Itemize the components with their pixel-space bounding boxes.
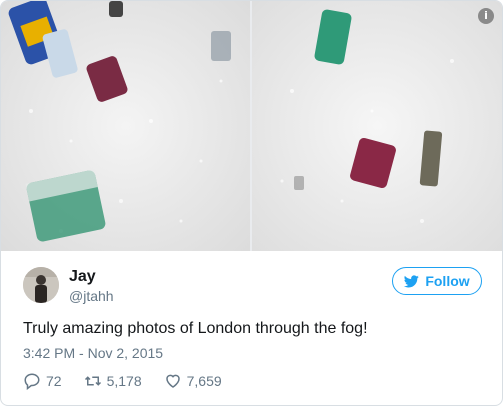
like-action[interactable]: 7,659 (164, 372, 222, 390)
bath-foam-scene-1 (1, 1, 250, 251)
like-count: 7,659 (186, 373, 222, 389)
author-handle[interactable]: @jtahh (69, 288, 114, 304)
tweet-actions: 72 5,178 7,659 (23, 371, 244, 391)
retweet-icon (84, 376, 101, 386)
author-name[interactable]: Jay (69, 268, 96, 286)
tweet-photo-1[interactable] (1, 1, 250, 251)
follow-button[interactable]: Follow (392, 267, 482, 295)
avatar-image (23, 267, 59, 303)
twitter-bird-icon (404, 274, 420, 287)
info-icon[interactable]: i (478, 8, 494, 24)
avatar[interactable] (23, 267, 59, 303)
tweet-timestamp[interactable]: 3:42 PM - Nov 2, 2015 (23, 345, 163, 361)
tweet-card: i Jay @jtahh Follow Truly amazing photos… (0, 0, 503, 406)
retweet-action[interactable]: 5,178 (84, 372, 142, 390)
heart-icon (165, 374, 180, 388)
retweet-count: 5,178 (106, 373, 142, 389)
reply-count: 72 (46, 373, 62, 389)
reply-action[interactable]: 72 (23, 372, 62, 390)
tweet-text: Truly amazing photos of London through t… (23, 320, 368, 337)
bath-foam-scene-2 (252, 1, 502, 251)
tweet-photo-2[interactable]: i (252, 1, 502, 251)
follow-label: Follow (425, 273, 470, 289)
tweet-header: Jay @jtahh Follow (23, 267, 482, 307)
tweet-media[interactable]: i (1, 1, 502, 251)
reply-icon (24, 373, 40, 390)
